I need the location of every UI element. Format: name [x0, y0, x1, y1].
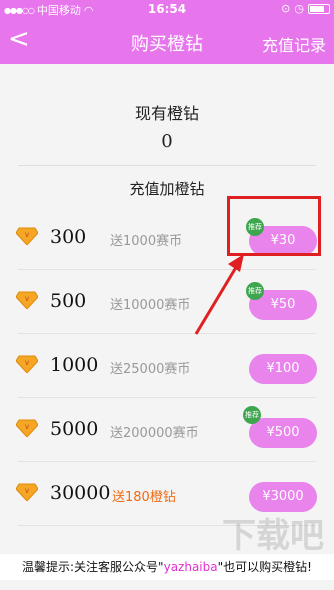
watermark-logo: 下载吧 [222, 516, 324, 556]
nav-bar: < 购买橙钻 充值记录 [0, 18, 334, 64]
orange-diamond-icon: V [16, 355, 38, 373]
alarm-icon: ◷ [294, 2, 304, 15]
buy-button[interactable]: ¥500 [249, 418, 317, 448]
package-row: V 500 送10000赛币 ¥50 推荐 [0, 270, 334, 334]
balance-value: 0 [161, 131, 173, 152]
balance-label: 现有橙钻 [134, 104, 199, 123]
package-amount: 500 [50, 290, 87, 312]
recommended-badge: 推荐 [243, 406, 261, 424]
annotation-arrow-icon [194, 254, 244, 335]
package-amount: 1000 [50, 354, 99, 376]
status-bar: ●●●○○ 中国移动 ◠ 16:54 ⊙ ◷ [0, 0, 334, 18]
package-amount: 30000 [50, 482, 111, 504]
tip-prefix: 温馨提示:关注客服公众号" [22, 560, 164, 574]
orange-diamond-icon: V [16, 483, 38, 501]
divider [18, 165, 316, 166]
orange-diamond-icon: V [16, 419, 38, 437]
package-bonus: 送25000赛币 [110, 362, 191, 377]
package-amount: 5000 [50, 418, 99, 440]
orange-diamond-icon: V [16, 227, 38, 245]
orange-diamond-icon: V [16, 291, 38, 309]
package-bonus: 送1000赛币 [110, 234, 183, 249]
tip-banner: 温馨提示:关注客服公众号"yazhaiba"也可以购买橙钻! [0, 554, 334, 580]
package-bonus: 送200000赛币 [110, 426, 199, 441]
tip-suffix: "也可以购买橙钻! [217, 560, 312, 574]
lock-rotation-icon: ⊙ [281, 2, 291, 15]
battery-icon [308, 3, 330, 14]
buy-button[interactable]: ¥100 [249, 354, 317, 384]
package-amount: 300 [50, 226, 87, 248]
highlight-box [227, 196, 321, 256]
recharge-record-button[interactable]: 充值记录 [262, 32, 326, 56]
package-row: V 1000 送25000赛币 ¥100 [0, 334, 334, 398]
status-right: ⊙ ◷ [281, 2, 330, 15]
package-row: V 5000 送200000赛币 ¥500 推荐 [0, 398, 334, 462]
package-bonus: 送10000赛币 [110, 298, 191, 313]
package-bonus: 送180橙钻 [112, 490, 176, 505]
tip-account: yazhaiba [163, 560, 218, 574]
